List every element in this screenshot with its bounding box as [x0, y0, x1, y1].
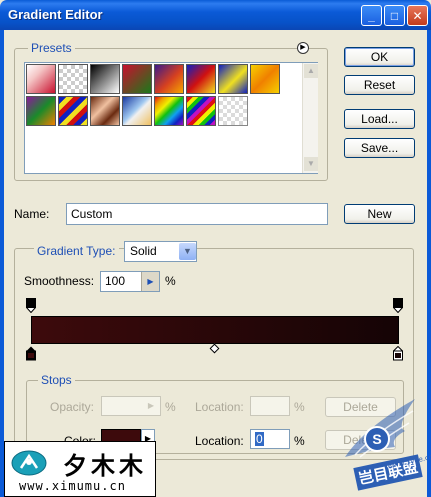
opacity-location-label: Location: — [195, 400, 244, 414]
gradient-bar[interactable] — [31, 316, 399, 344]
preset-swatch[interactable] — [186, 96, 216, 126]
name-label: Name: — [14, 207, 50, 221]
window-frame-right — [427, 30, 431, 497]
scroll-down-icon[interactable]: ▼ — [304, 157, 318, 171]
preset-swatch[interactable] — [250, 64, 280, 94]
preset-swatch[interactable] — [26, 64, 56, 94]
smoothness-value: 100 — [105, 274, 126, 288]
new-button[interactable]: New — [344, 204, 415, 224]
presets-menu-icon[interactable]: ▶ — [297, 42, 309, 54]
opacity-location-unit: % — [294, 400, 305, 414]
smoothness-label: Smoothness: — [24, 274, 95, 288]
preset-swatch[interactable] — [58, 64, 88, 94]
preset-swatch[interactable] — [90, 96, 120, 126]
watermark-logo-box: 夕木木 www.ximumu.cn — [4, 441, 156, 497]
watermark-logo-icon — [11, 450, 47, 476]
preset-swatch[interactable] — [218, 96, 248, 126]
name-input[interactable]: Custom — [66, 203, 328, 225]
scroll-up-icon[interactable]: ▲ — [304, 64, 318, 78]
opacity-location-input[interactable] — [250, 396, 290, 416]
color-location-value: 0 — [255, 432, 264, 446]
smoothness-input[interactable]: 100 ▶ — [100, 271, 160, 292]
opacity-stop-left[interactable] — [25, 298, 37, 314]
preset-swatch[interactable] — [154, 64, 184, 94]
watermark-chars: 夕木木 — [63, 452, 147, 480]
title-bar[interactable]: Gradient Editor _ □ ✕ — [0, 0, 431, 30]
save-button[interactable]: Save... — [344, 138, 415, 158]
preset-swatch[interactable] — [122, 64, 152, 94]
svg-text:S: S — [372, 431, 381, 447]
gradient-type-label: Gradient Type: — [34, 244, 119, 258]
minimize-button[interactable]: _ — [361, 5, 382, 26]
preset-swatch[interactable] — [26, 96, 56, 126]
smoothness-unit: % — [165, 274, 176, 288]
preset-swatch[interactable] — [122, 96, 152, 126]
stops-legend: Stops — [38, 373, 75, 387]
opacity-stop-right[interactable] — [392, 298, 404, 314]
window-frame-left — [0, 30, 4, 497]
color-location-label: Location: — [195, 434, 244, 448]
preset-swatch[interactable] — [90, 64, 120, 94]
color-location-unit: % — [294, 434, 305, 448]
window-title: Gradient Editor — [8, 7, 103, 22]
preset-swatch[interactable] — [154, 96, 184, 126]
color-location-input[interactable]: 0 — [250, 429, 290, 449]
watermark-url: www.ximumu.cn — [19, 479, 126, 493]
gradient-type-select[interactable]: Solid ▼ — [124, 241, 197, 262]
presets-scrollbar[interactable]: ▲ ▼ — [302, 63, 318, 173]
gradient-type-value: Solid — [130, 244, 157, 258]
preset-swatch[interactable] — [218, 64, 248, 94]
maximize-button[interactable]: □ — [384, 5, 405, 26]
preset-swatch[interactable] — [186, 64, 216, 94]
opacity-input[interactable]: ▶ — [101, 396, 161, 416]
chevron-down-icon[interactable]: ▼ — [179, 243, 196, 260]
close-button[interactable]: ✕ — [407, 5, 428, 26]
opacity-arrow-icon[interactable]: ▶ — [142, 397, 160, 415]
smoothness-arrow-icon[interactable]: ▶ — [141, 272, 159, 291]
ok-button[interactable]: OK — [344, 47, 415, 67]
opacity-label: Opacity: — [50, 400, 95, 414]
preset-swatch[interactable] — [58, 96, 88, 126]
load-button[interactable]: Load... — [344, 109, 415, 129]
color-stop-left[interactable] — [26, 346, 36, 361]
color-stop-right[interactable] — [392, 345, 404, 361]
reset-button[interactable]: Reset — [344, 75, 415, 95]
watermark-right: S 岂目联盟 www.5yee.com — [335, 397, 431, 495]
presets-legend: Presets — [28, 41, 75, 55]
opacity-unit: % — [165, 400, 176, 414]
